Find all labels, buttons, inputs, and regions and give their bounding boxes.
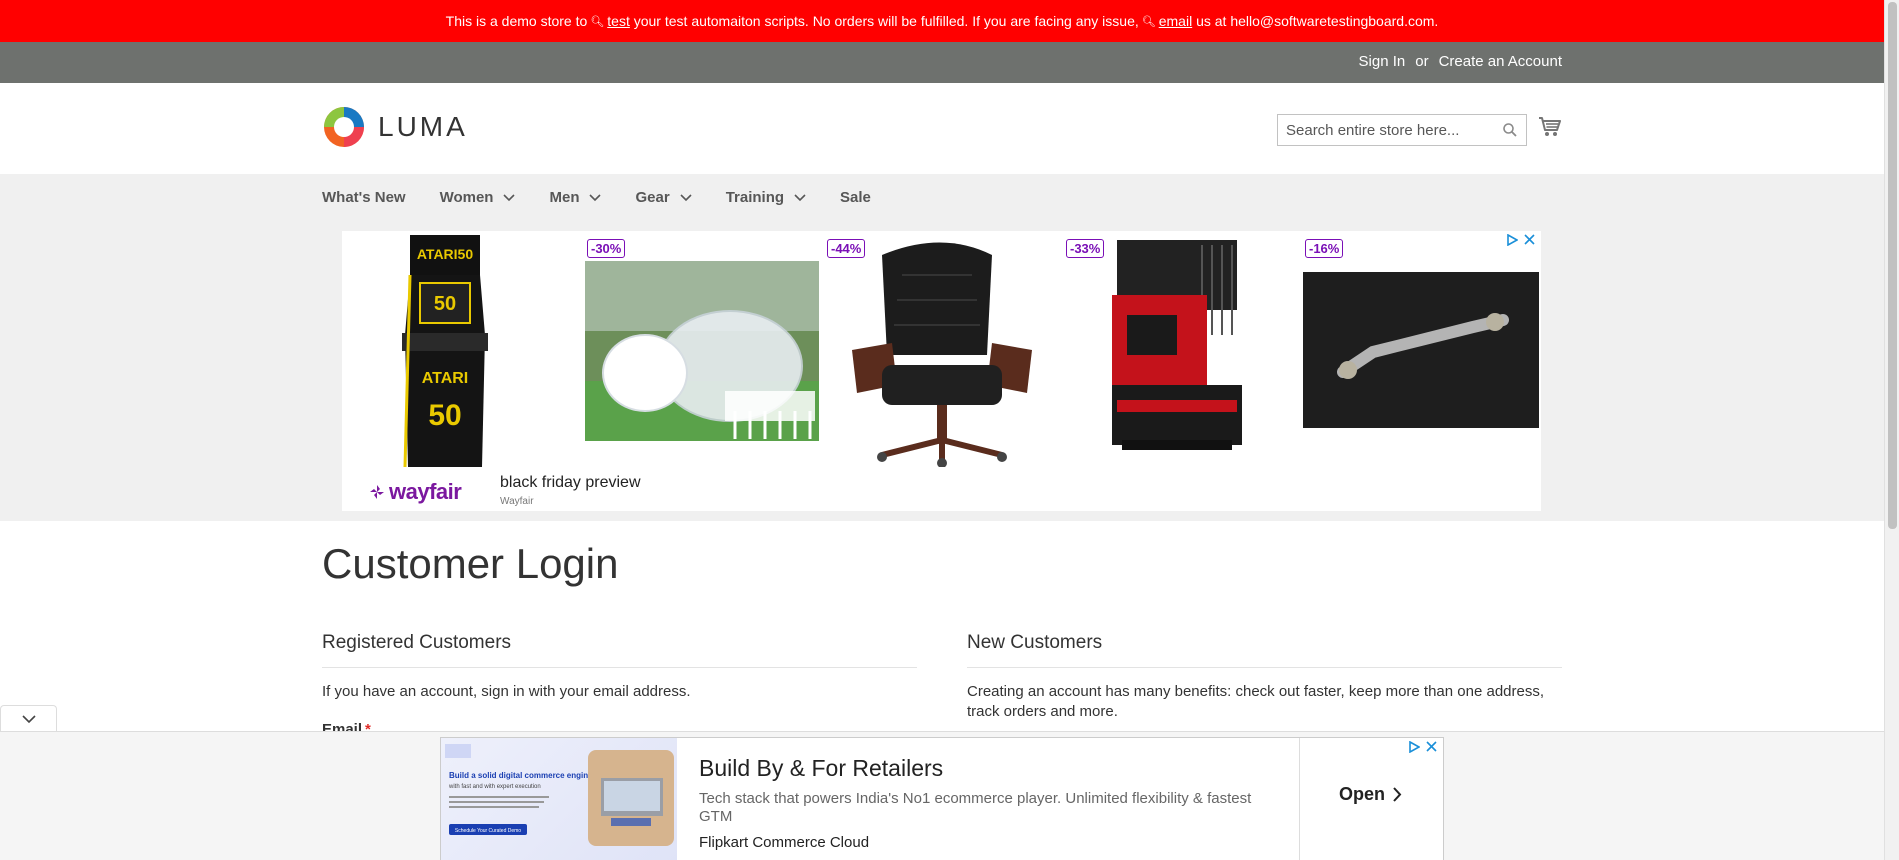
thumb-headline: Build a solid digital commerce engine: [449, 771, 593, 780]
adchoices-icon[interactable]: [1507, 234, 1518, 246]
nav-item-label: Men: [549, 189, 580, 206]
notice-link-test[interactable]: test: [607, 13, 630, 29]
open-ad-button[interactable]: Open: [1339, 784, 1402, 805]
site-header: LUMA: [0, 83, 1884, 174]
ad-thumbnail-art: Build a solid digital commerce engine wi…: [445, 744, 674, 846]
main-menu: What's New Women Men Gear Training Sale: [322, 174, 905, 221]
portable-heater-image[interactable]: [1102, 235, 1252, 467]
nav-item-label: Women: [439, 189, 494, 206]
scrollbar[interactable]: [1884, 0, 1899, 860]
nav-item-label: What's New: [322, 189, 406, 206]
nav-item-men[interactable]: Men: [549, 189, 602, 206]
cart-icon[interactable]: [1538, 116, 1562, 138]
bottom-ad-brand: Flipkart Commerce Cloud: [699, 834, 870, 851]
nav-item-whats-new[interactable]: What's New: [322, 189, 406, 206]
chevron-down-icon: [503, 193, 516, 201]
nav-item-label: Sale: [840, 189, 871, 206]
new-customers-title: New Customers: [967, 632, 1103, 653]
bottom-ad-banner[interactable]: Build a solid digital commerce engine wi…: [440, 737, 1444, 860]
bottom-ad-title[interactable]: Build By & For Retailers: [699, 755, 943, 782]
nav-item-gear[interactable]: Gear: [635, 189, 692, 206]
notice-link-email[interactable]: email: [1159, 13, 1192, 29]
chevron-down-icon: [680, 193, 692, 201]
adchoices-icon[interactable]: [1409, 741, 1420, 753]
chevron-down-icon: [21, 714, 36, 723]
wayfair-pinwheel-icon: [370, 485, 384, 499]
close-icon[interactable]: [1426, 741, 1437, 752]
account-panel: Sign In or Create an Account: [0, 42, 1884, 83]
nav-section: What's New Women Men Gear Training Sale: [0, 174, 1884, 521]
notice-text-1: This is a demo store to: [445, 13, 588, 29]
luma-logo-icon: [324, 107, 364, 147]
logo[interactable]: LUMA: [322, 105, 468, 149]
thumb-button: Schedule Your Curated Demo: [455, 828, 521, 834]
create-account-link[interactable]: Create an Account: [1439, 53, 1562, 70]
search-box: [1277, 114, 1527, 146]
search-input[interactable]: [1278, 115, 1493, 145]
top-ad-banner[interactable]: ATARI50 50 ATARI 50 -30% -44% -33% -16% …: [342, 231, 1541, 511]
discount-badge: -30%: [587, 239, 626, 258]
ad-headline[interactable]: black friday preview: [500, 474, 641, 492]
wayfair-logo[interactable]: wayfair: [369, 479, 462, 505]
svg-text:50: 50: [428, 399, 461, 432]
nav-item-women[interactable]: Women: [440, 189, 516, 206]
discount-badge: -33%: [1066, 239, 1105, 258]
nav-item-sale[interactable]: Sale: [840, 189, 871, 206]
svg-text:ATARI: ATARI: [422, 370, 469, 387]
collapse-ad-button[interactable]: [0, 705, 57, 732]
ad-thumbnail[interactable]: Build a solid digital commerce engine wi…: [441, 738, 677, 860]
logo-text: LUMA: [378, 111, 468, 142]
registered-customers-text: If you have an account, sign in with you…: [322, 683, 691, 700]
search-icon: 🔍︎: [590, 15, 605, 28]
notice-text-2: your test automaiton scripts. No orders …: [633, 13, 1139, 29]
sign-in-link[interactable]: Sign In: [1359, 53, 1406, 70]
scrollbar-thumb[interactable]: [1888, 2, 1897, 529]
svg-text:ATARI50: ATARI50: [417, 246, 473, 262]
registered-customers-title: Registered Customers: [322, 632, 512, 653]
search-icon[interactable]: [1502, 122, 1518, 138]
demo-notice-bar: This is a demo store to 🔍︎ test your tes…: [0, 0, 1884, 42]
office-chair-image[interactable]: [842, 235, 1042, 467]
divider: [1299, 738, 1300, 860]
or-text: or: [1415, 53, 1429, 70]
bubble-tent-image[interactable]: [585, 261, 819, 441]
nav-item-label: Gear: [635, 189, 670, 206]
thumb-sub: with fast and with expert execution: [448, 784, 541, 790]
new-customers-text-line-1: Creating an account has many benefits: c…: [967, 683, 1545, 700]
discount-badge: -16%: [1305, 239, 1344, 258]
chevron-right-icon: [1393, 787, 1402, 802]
anchor-ad-bar: Build a solid digital commerce engine wi…: [0, 731, 1884, 860]
new-customers-text-line-2: track orders and more.: [967, 703, 1118, 720]
open-label: Open: [1339, 784, 1386, 804]
ad-brand: Wayfair: [500, 496, 534, 507]
arcade-cabinet-image[interactable]: ATARI50 50 ATARI 50: [390, 235, 500, 467]
close-icon[interactable]: [1524, 234, 1535, 245]
section-divider: [967, 667, 1562, 668]
page-title: Customer Login: [322, 540, 619, 587]
svg-text:50: 50: [434, 293, 456, 315]
bottom-ad-description: Tech stack that powers India's No1 ecomm…: [699, 790, 1252, 825]
cabinet-handle-image[interactable]: [1303, 272, 1539, 428]
nav-item-training[interactable]: Training: [726, 189, 806, 206]
chevron-down-icon: [589, 193, 602, 201]
chevron-down-icon: [794, 193, 806, 201]
section-divider: [322, 667, 917, 668]
notice-text-3: us at hello@softwaretestingboard.com.: [1196, 13, 1439, 29]
wayfair-wordmark: wayfair: [389, 479, 462, 504]
nav-item-label: Training: [725, 189, 785, 206]
search-icon: 🔍︎: [1141, 15, 1156, 28]
